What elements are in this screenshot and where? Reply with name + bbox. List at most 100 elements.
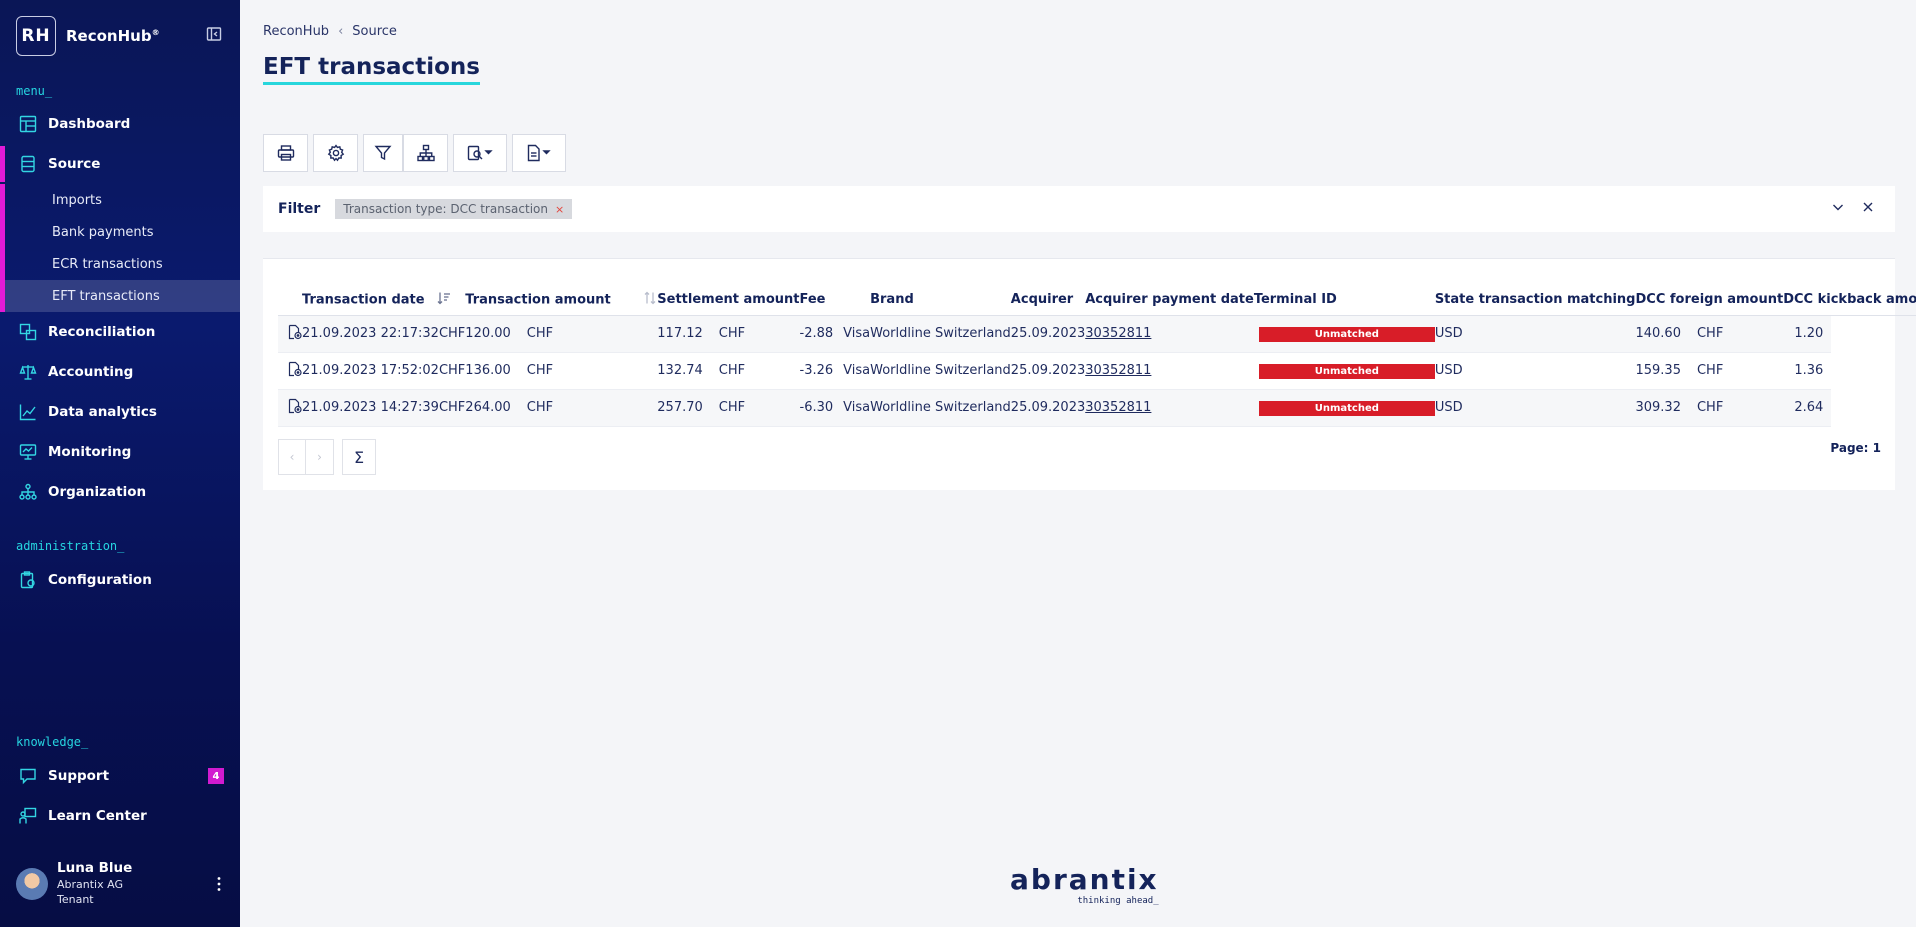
table-row[interactable]: 21.09.2023 17:52:02 CHF 136.00 CHF 132.74 CHF… [278, 352, 1916, 390]
nav-source[interactable]: Source [0, 146, 240, 182]
breadcrumb-reconhub[interactable]: ReconHub [263, 24, 329, 39]
nav-reconciliation-label: Reconciliation [48, 324, 156, 340]
cell-fee-currency: CHF [718, 315, 800, 353]
row-detail-icon[interactable] [278, 389, 302, 427]
user-info: Luna Blue Abrantix AG Tenant [57, 860, 132, 906]
transactions-card: Transaction date Transaction amount Sett… [263, 258, 1916, 490]
cell-terminal-id[interactable]: 30352811 [1085, 352, 1254, 390]
cell-fee: -3.26 [799, 352, 844, 390]
kebab-menu-icon[interactable] [216, 876, 226, 894]
menu-section-label: menu_ [16, 84, 53, 98]
header-dcc-foreign-amount[interactable]: DCC foreign amount [1635, 285, 1784, 316]
page-info: Page: 1 [1830, 441, 1881, 455]
nav-accounting[interactable]: Accounting [0, 354, 240, 390]
filter-bar: Filter Transaction type: DCC transaction… [263, 186, 1895, 232]
cell-transaction-amount: 264.00 [465, 389, 527, 427]
nav-dashboard[interactable]: Dashboard [0, 106, 240, 142]
header-transaction-amount[interactable]: Transaction amount [465, 285, 658, 316]
document-detail-icon[interactable] [288, 324, 302, 344]
support-badge: 4 [208, 768, 224, 784]
row-detail-icon[interactable] [278, 315, 302, 353]
header-settlement-amount[interactable]: Settlement amount [657, 285, 800, 316]
nav-data-analytics-label: Data analytics [48, 404, 157, 420]
chat-icon [18, 766, 38, 786]
nav-reconciliation[interactable]: Reconciliation [0, 314, 240, 350]
cell-transaction-currency: CHF [438, 389, 466, 427]
scale-icon [18, 362, 38, 382]
print-icon [277, 145, 294, 161]
cell-state: Unmatched [1253, 389, 1435, 427]
cell-kickback-currency: CHF [1696, 389, 1784, 427]
header-transaction-date[interactable]: Transaction date [302, 285, 466, 316]
teacher-icon [18, 806, 38, 826]
header-acquirer[interactable]: Acquirer [1010, 285, 1086, 316]
cell-fee: -2.88 [799, 315, 844, 353]
breadcrumb-source[interactable]: Source [352, 24, 397, 39]
row-detail-icon[interactable] [278, 352, 302, 390]
table-header-row: Transaction date Transaction amount Sett… [278, 285, 1916, 316]
header-dcc-kickback-amount[interactable]: DCC kickback amount [1783, 285, 1916, 316]
header-acquirer-payment-date[interactable]: Acquirer payment date [1085, 285, 1254, 316]
document-detail-icon[interactable] [288, 361, 302, 381]
nav-source-imports[interactable]: Imports [0, 184, 240, 216]
nav-source-ecr-transactions[interactable]: ECR transactions [0, 248, 240, 280]
terminal-id-link[interactable]: 30352811 [1085, 363, 1151, 378]
collapse-sidebar-icon[interactable] [206, 26, 226, 46]
cell-settlement-currency: CHF [526, 352, 658, 390]
cell-acquirer: Worldline Switzerland [870, 315, 1011, 353]
sum-button[interactable]: Σ [342, 439, 376, 475]
table-row[interactable]: 21.09.2023 14:27:39 CHF 264.00 CHF 257.70 CHF… [278, 389, 1916, 427]
next-page-button[interactable]: › [306, 439, 334, 475]
avatar [16, 868, 48, 900]
cell-dcc-amount: 309.32 [1635, 389, 1697, 427]
terminal-id-link[interactable]: 30352811 [1085, 400, 1151, 415]
nav-organization[interactable]: Organization [0, 474, 240, 510]
page-title: EFT transactions [263, 54, 480, 85]
sort-descending-icon[interactable] [437, 291, 451, 309]
header-fee[interactable]: Fee [799, 285, 871, 316]
nav-source-bank-payments[interactable]: Bank payments [0, 216, 240, 248]
table-row[interactable]: 21.09.2023 22:17:32 CHF 120.00 CHF 117.12 CHF… [278, 315, 1916, 353]
user-role: Tenant [57, 893, 94, 906]
status-badge: Unmatched [1258, 326, 1435, 342]
header-terminal-id[interactable]: Terminal ID [1253, 285, 1435, 316]
hierarchy-button[interactable] [403, 134, 448, 172]
nav-monitoring[interactable]: Monitoring [0, 434, 240, 470]
nav-source-eft-transactions[interactable]: EFT transactions [0, 280, 240, 312]
print-button[interactable] [263, 134, 308, 172]
inspect-dropdown-button[interactable] [453, 134, 507, 172]
cell-transaction-date: 21.09.2023 14:27:39 [302, 389, 439, 427]
document-dropdown-button[interactable] [512, 134, 566, 172]
filter-chip[interactable]: Transaction type: DCC transaction × [335, 199, 573, 219]
pager: ‹ › Σ [278, 439, 376, 475]
status-badge: Unmatched [1258, 400, 1435, 416]
nav-data-analytics[interactable]: Data analytics [0, 394, 240, 430]
header-brand[interactable]: Brand [870, 285, 1011, 316]
cell-acquirer-payment-date: 25.09.2023 [1010, 389, 1086, 427]
chevron-down-icon[interactable] [1831, 200, 1845, 214]
brand[interactable]: RH ReconHub® [16, 16, 160, 56]
terminal-id-link[interactable]: 30352811 [1085, 326, 1151, 341]
header-state-matching[interactable]: State transaction matching [1434, 285, 1636, 316]
remove-filter-icon[interactable]: × [555, 203, 564, 216]
clipboard-gear-icon [18, 570, 38, 590]
prev-page-button[interactable]: ‹ [278, 439, 306, 475]
brand-name: ReconHub® [66, 27, 160, 45]
org-tree-icon [18, 482, 38, 502]
nav-organization-label: Organization [48, 484, 147, 500]
sort-icon[interactable] [643, 291, 657, 309]
transactions-table: Transaction date Transaction amount Sett… [278, 285, 1916, 427]
document-detail-icon[interactable] [288, 398, 302, 418]
cell-terminal-id[interactable]: 30352811 [1085, 389, 1254, 427]
user-profile[interactable]: Luna Blue Abrantix AG Tenant [16, 860, 226, 906]
nav-configuration[interactable]: Configuration [0, 562, 240, 598]
filter-actions [1815, 200, 1875, 214]
settings-button[interactable] [313, 134, 358, 172]
close-icon[interactable] [1861, 200, 1875, 214]
cell-brand: Visa [843, 389, 871, 427]
footer-brand-name: abrantix [1010, 863, 1159, 896]
nav-support[interactable]: Support 4 [0, 758, 240, 794]
filter-button[interactable] [363, 134, 403, 172]
cell-terminal-id[interactable]: 30352811 [1085, 315, 1254, 353]
nav-learn-center[interactable]: Learn Center [0, 798, 240, 834]
